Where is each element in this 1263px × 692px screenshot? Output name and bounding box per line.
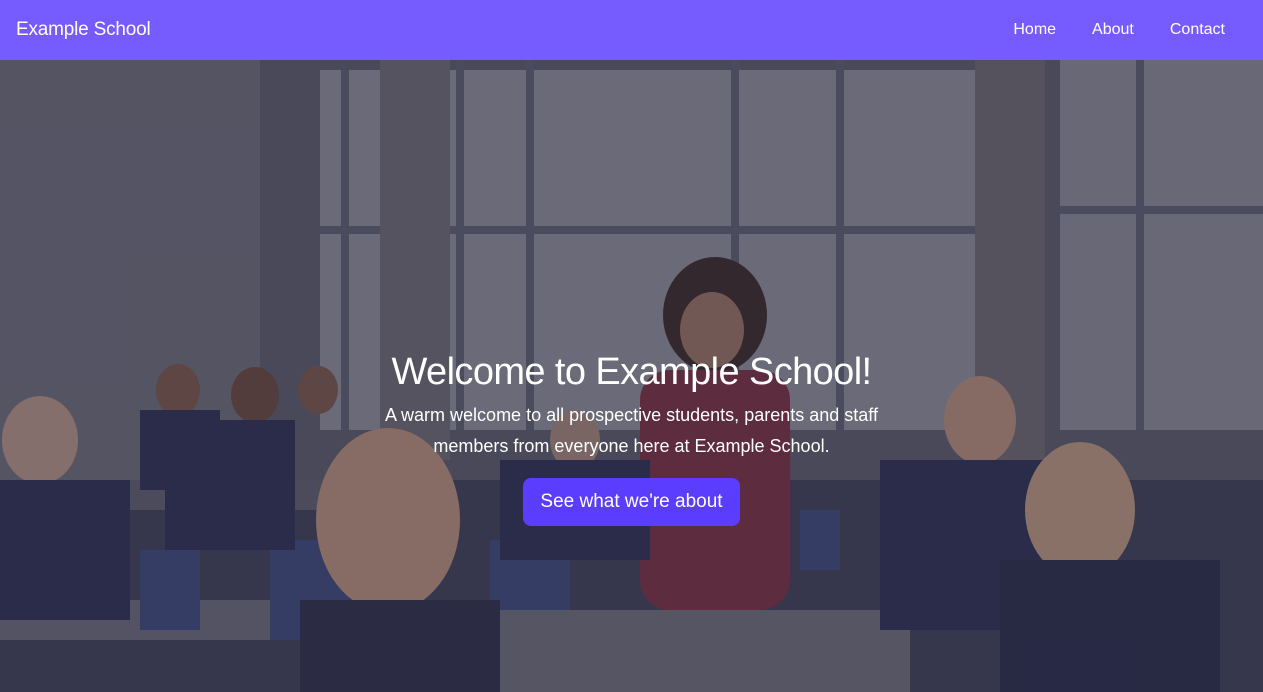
hero-subtitle: A warm welcome to all prospective studen… [385,405,878,456]
nav-link-home[interactable]: Home [995,21,1074,39]
nav-links: Home About Contact [995,21,1225,39]
top-navbar: Example School Home About Contact [0,0,1263,60]
hero-title: Welcome to Example School! [391,351,872,393]
nav-link-about[interactable]: About [1074,21,1152,39]
see-what-were-about-button[interactable]: See what we're about [523,478,740,526]
hero-section: Welcome to Example School! A warm welcom… [0,60,1263,692]
nav-link-contact[interactable]: Contact [1152,21,1225,39]
brand-logo-link[interactable]: Example School [16,19,151,41]
hero-content: Welcome to Example School! A warm welcom… [0,350,1263,526]
